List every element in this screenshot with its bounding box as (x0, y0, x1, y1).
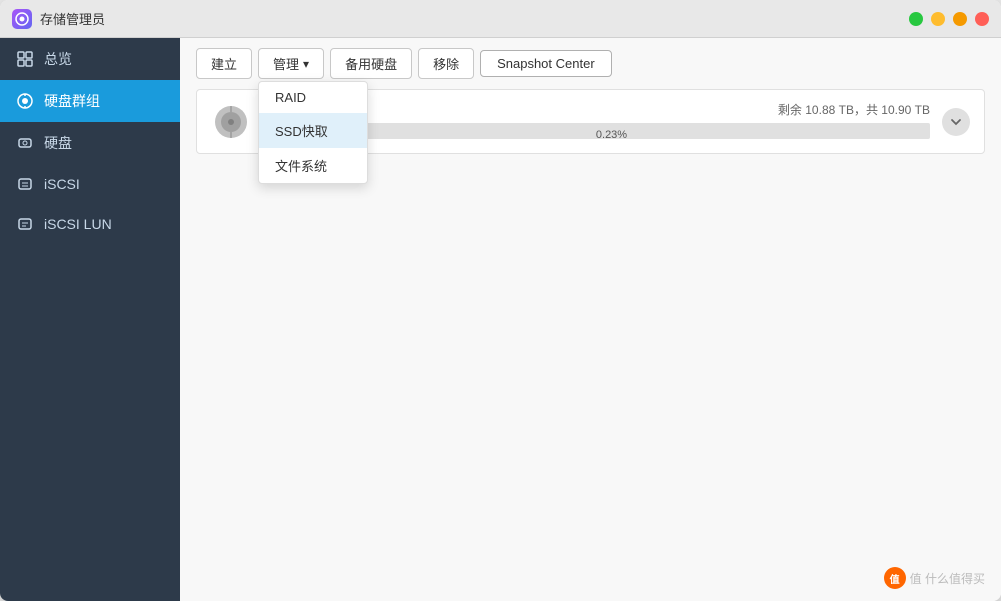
sidebar-item-overview-label: 总览 (44, 49, 72, 69)
sidebar-item-disk-group-label: 硬盘群组 (44, 91, 100, 111)
menu-item-ssd-cache[interactable]: SSD快取 (259, 113, 367, 148)
app-title: 存储管理员 (40, 9, 909, 28)
progress-percent-label: 0.23% (293, 127, 930, 143)
app-window: 存储管理员 总览 (0, 0, 1001, 601)
spare-disk-button[interactable]: 备用硬盘 (330, 48, 412, 79)
snapshot-center-button[interactable]: Snapshot Center (480, 50, 612, 77)
disk-info-top: D 5 / 良好 剩余 10.88 TB，共 10.90 TB (293, 100, 930, 119)
disk-group-icon (16, 92, 34, 110)
sidebar-item-disk-group[interactable]: 硬盘群组 (0, 80, 180, 122)
close-button[interactable] (975, 12, 989, 26)
minimize-button[interactable] (931, 12, 945, 26)
chevron-down-icon (303, 56, 309, 71)
sidebar-item-disk[interactable]: 硬盘 (0, 122, 180, 164)
sidebar-item-iscsi-label: iSCSI (44, 176, 80, 192)
sidebar: 总览 硬盘群组 (0, 38, 180, 601)
iscsi-icon (16, 175, 34, 193)
sidebar-item-overview[interactable]: 总览 (0, 38, 180, 80)
menu-item-filesystem[interactable]: 文件系统 (259, 148, 367, 183)
watermark-logo: 值 (884, 567, 906, 589)
remove-button[interactable]: 移除 (418, 48, 474, 79)
app-icon (12, 9, 32, 29)
sidebar-item-iscsi-lun-label: iSCSI LUN (44, 216, 112, 232)
disk-icon (16, 134, 34, 152)
grid-icon (16, 50, 34, 68)
disk-info: D 5 / 良好 剩余 10.88 TB，共 10.90 TB 0.23% (293, 100, 930, 143)
sidebar-item-iscsi[interactable]: iSCSI (0, 164, 180, 204)
manage-button[interactable]: 管理 (258, 48, 324, 79)
manage-label: 管理 (273, 54, 299, 73)
window-controls (909, 12, 989, 26)
watermark: 值 值 什么值得买 (884, 567, 985, 589)
maximize-button[interactable] (909, 12, 923, 26)
sidebar-item-disk-label: 硬盘 (44, 133, 72, 153)
toolbar: 建立 管理 RAID SSD快取 文件系统 备用硬盘 移除 S (180, 38, 1001, 89)
create-button[interactable]: 建立 (196, 48, 252, 79)
content-area: 建立 管理 RAID SSD快取 文件系统 备用硬盘 移除 S (180, 38, 1001, 601)
manage-dropdown-menu: RAID SSD快取 文件系统 (258, 81, 368, 184)
watermark-text: 值 什么值得买 (910, 570, 985, 587)
main-layout: 总览 硬盘群组 (0, 38, 1001, 601)
disk-space-info: 剩余 10.88 TB，共 10.90 TB (778, 101, 930, 118)
iscsi-lun-icon (16, 215, 34, 233)
titlebar: 存储管理员 (0, 0, 1001, 38)
fullscreen-button[interactable] (953, 12, 967, 26)
disk-drive-icon (211, 102, 251, 142)
menu-item-raid[interactable]: RAID (259, 82, 367, 113)
manage-dropdown-wrapper: 管理 RAID SSD快取 文件系统 (258, 48, 324, 79)
sidebar-item-iscsi-lun[interactable]: iSCSI LUN (0, 204, 180, 244)
expand-button[interactable] (942, 108, 970, 136)
